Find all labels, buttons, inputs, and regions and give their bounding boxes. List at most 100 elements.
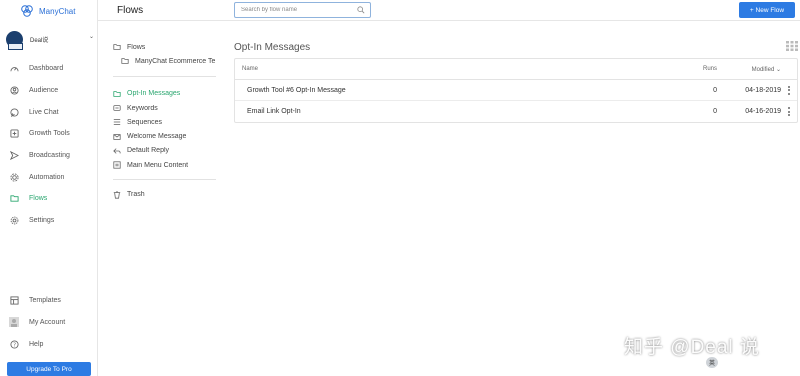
- sidebar-nav: Dashboard Audience Live Chat Growth Tool…: [0, 58, 98, 232]
- table-row[interactable]: Email Link Opt-In 0 04-16-2019: [235, 101, 797, 122]
- sidebar-item-templates[interactable]: Templates: [0, 289, 98, 311]
- folder-opt-in-messages[interactable]: Opt-In Messages: [113, 87, 218, 101]
- growth-tools-icon: [9, 129, 19, 139]
- settings-icon: [9, 216, 19, 226]
- flow-runs: 0: [713, 108, 717, 115]
- sidebar-item-help[interactable]: ? Help: [0, 333, 98, 355]
- sidebar-item-label: Help: [29, 340, 44, 348]
- flow-name[interactable]: Growth Tool #6 Opt-In Message: [235, 87, 681, 94]
- folder-label: Default Reply: [127, 147, 170, 155]
- sidebar-item-label: Live Chat: [29, 108, 59, 116]
- page-title: Flows: [117, 5, 144, 16]
- sidebar-item-label: My Account: [29, 318, 66, 326]
- main-menu-icon: [113, 161, 121, 169]
- grid-view-icon[interactable]: [786, 41, 798, 51]
- folder-panel: Flows ManyChat Ecommerce Te Opt-In Messa…: [113, 40, 218, 202]
- folder-sequences[interactable]: Sequences: [113, 115, 218, 129]
- sidebar-item-label: Audience: [29, 87, 59, 95]
- live-chat-icon: [9, 107, 19, 117]
- avatar: [6, 30, 23, 50]
- app-window: ManyChat Deal说 ⌄ Dashboard Audience Live…: [0, 0, 800, 376]
- folder-icon: [121, 57, 129, 65]
- folder-default-reply[interactable]: Default Reply: [113, 144, 218, 158]
- search-box[interactable]: [234, 2, 371, 18]
- folder-label: Sequences: [127, 118, 163, 126]
- flows-icon: [9, 194, 19, 204]
- folder-trash[interactable]: Trash: [113, 187, 218, 201]
- divider: [113, 179, 216, 181]
- divider: [113, 75, 216, 77]
- folder-label: Main Menu Content: [127, 161, 189, 169]
- broadcasting-icon: [9, 151, 19, 161]
- more-vertical-icon: [788, 85, 790, 95]
- brand-name: ManyChat: [39, 6, 76, 16]
- chevron-down-icon: ⌄: [775, 66, 781, 73]
- sidebar-item-dashboard[interactable]: Dashboard: [0, 58, 98, 80]
- folder-label: Opt-In Messages: [127, 90, 181, 98]
- sidebar-item-label: Dashboard: [29, 65, 64, 73]
- sidebar-item-growth-tools[interactable]: Growth Tools: [0, 123, 98, 145]
- welcome-message-icon: [113, 133, 121, 141]
- manychat-logo-icon: [21, 5, 33, 17]
- table-header: Name Runs Modified ⌄: [235, 59, 797, 80]
- default-reply-icon: [113, 147, 121, 155]
- folder-label: Welcome Message: [127, 133, 187, 141]
- flow-runs: 0: [713, 86, 717, 94]
- more-vertical-icon: [788, 107, 790, 116]
- search-input[interactable]: [241, 7, 351, 13]
- sidebar-item-label: Automation: [29, 173, 65, 181]
- sidebar-item-flows[interactable]: Flows: [0, 188, 98, 210]
- automation-icon: [9, 172, 19, 182]
- folder-icon: [113, 43, 121, 51]
- folder-flows-root[interactable]: Flows: [113, 40, 218, 54]
- top-header: Flows + New Flow: [98, 0, 800, 21]
- templates-icon: [9, 295, 19, 305]
- upgrade-button[interactable]: Upgrade To Pro: [7, 362, 91, 376]
- row-menu-button[interactable]: [781, 85, 797, 95]
- folder-manychat-ecommerce[interactable]: ManyChat Ecommerce Te: [113, 54, 218, 68]
- sequences-icon: [113, 118, 121, 126]
- flow-modified: 04-18-2019: [745, 86, 781, 94]
- new-flow-button[interactable]: + New Flow: [739, 2, 795, 18]
- audience-icon: [9, 86, 19, 96]
- folder-main-menu-content[interactable]: Main Menu Content: [113, 158, 218, 172]
- column-name-header[interactable]: Name: [235, 66, 681, 72]
- sidebar-item-label: Flows: [29, 195, 48, 203]
- brand-logo[interactable]: ManyChat: [20, 4, 75, 18]
- sidebar-item-audience[interactable]: Audience: [0, 80, 98, 102]
- table-row[interactable]: Growth Tool #6 Opt-In Message 0 04-18-20…: [235, 80, 797, 101]
- ime-indicator: 英: [706, 357, 718, 368]
- account-switcher[interactable]: Deal说 ⌄: [6, 30, 96, 50]
- sidebar-item-label: Templates: [29, 296, 61, 304]
- account-name: Deal说: [30, 37, 49, 44]
- watermark: 知乎 @Deal 说: [624, 337, 760, 358]
- folder-label: Trash: [127, 191, 145, 199]
- sidebar-item-label: Growth Tools: [29, 130, 70, 138]
- folder-label: Keywords: [127, 104, 158, 112]
- sidebar-item-label: Broadcasting: [29, 152, 70, 160]
- trash-icon: [113, 190, 121, 199]
- keywords-icon: [113, 104, 121, 112]
- search-icon: [357, 6, 365, 14]
- sidebar-item-settings[interactable]: Settings: [0, 210, 98, 232]
- svg-text:?: ?: [13, 342, 16, 348]
- chevron-down-icon: ⌄: [88, 34, 94, 40]
- sidebar-item-live-chat[interactable]: Live Chat: [0, 101, 98, 123]
- folder-label: ManyChat Ecommerce Te: [135, 57, 216, 65]
- column-modified-header[interactable]: Modified ⌄: [717, 66, 781, 73]
- folder-welcome-message[interactable]: Welcome Message: [113, 129, 218, 143]
- column-runs-header[interactable]: Runs: [681, 66, 717, 72]
- help-icon: ?: [9, 339, 19, 349]
- sidebar-bottom-nav: Templates My Account ? Help: [0, 289, 98, 355]
- dashboard-icon: [9, 64, 19, 74]
- sidebar-item-broadcasting[interactable]: Broadcasting: [0, 145, 98, 167]
- flow-name[interactable]: Email Link Opt-In: [235, 108, 681, 115]
- sidebar-item-automation[interactable]: Automation: [0, 166, 98, 188]
- main-sidebar: ManyChat Deal说 ⌄ Dashboard Audience Live…: [0, 0, 98, 376]
- flows-table: Name Runs Modified ⌄ Growth Tool #6 Opt-…: [234, 58, 798, 123]
- folder-keywords[interactable]: Keywords: [113, 101, 218, 115]
- column-modified-label: Modified: [751, 66, 775, 73]
- row-menu-button[interactable]: [781, 107, 797, 116]
- sidebar-item-my-account[interactable]: My Account: [0, 311, 98, 333]
- folder-label: Flows: [127, 43, 146, 51]
